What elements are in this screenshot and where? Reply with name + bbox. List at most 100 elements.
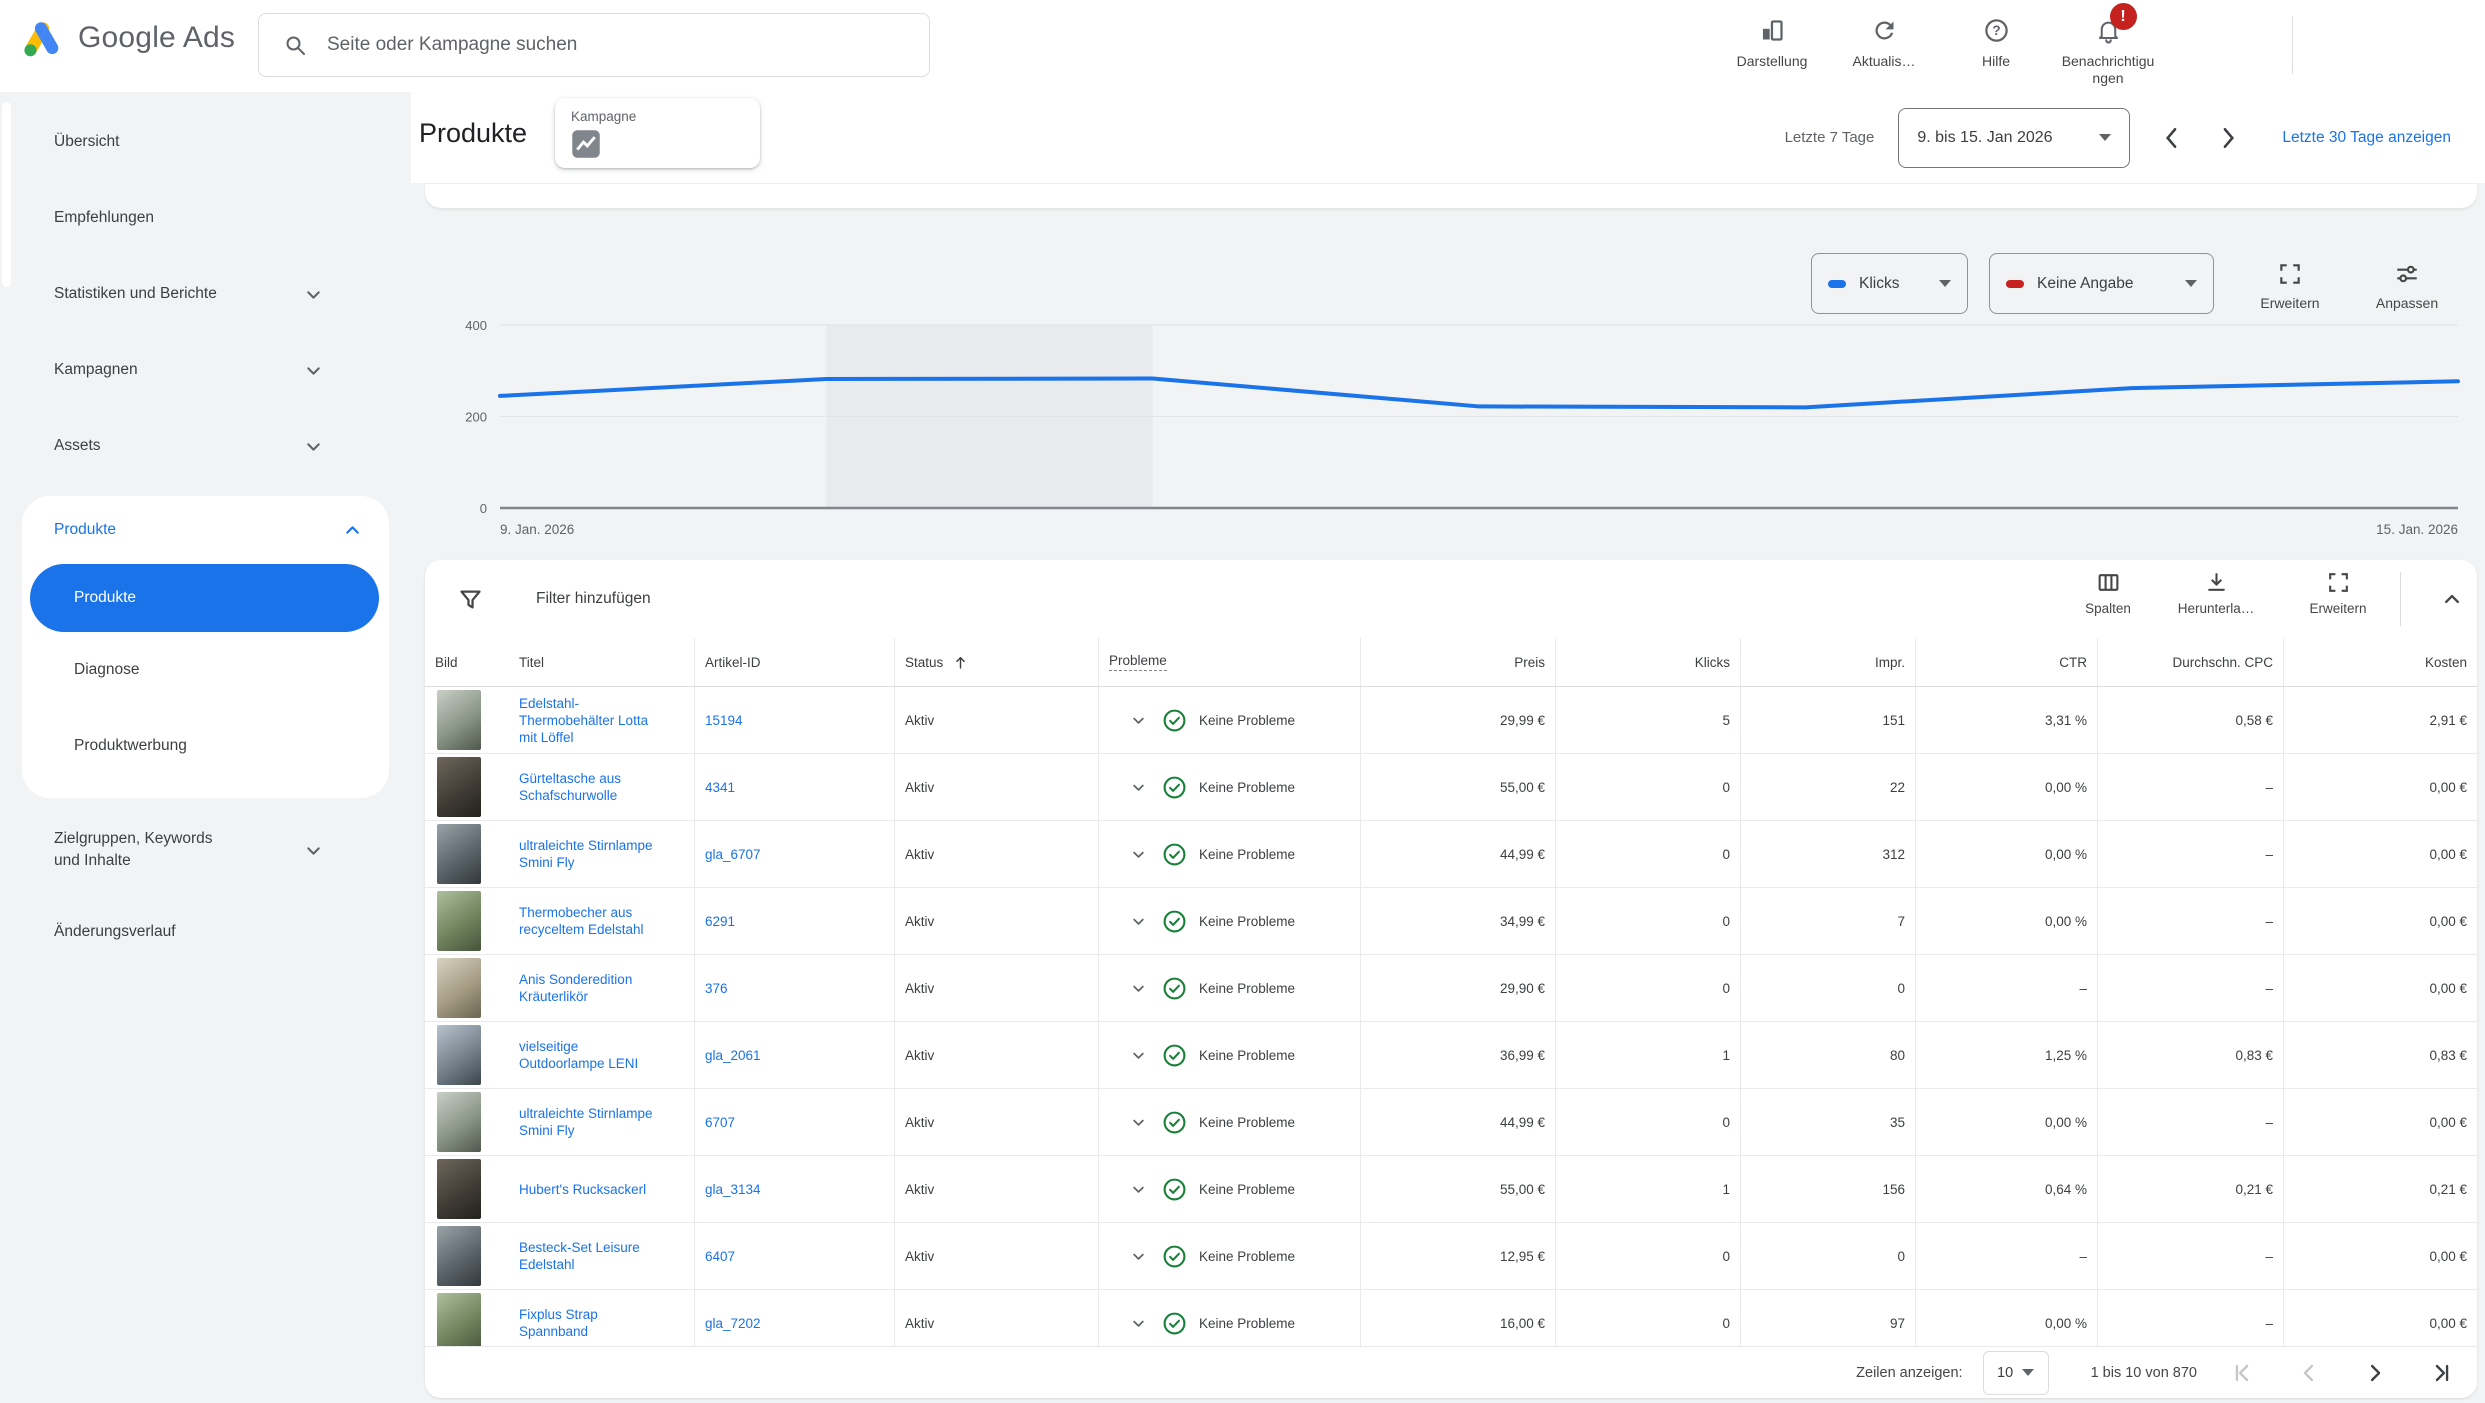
chevron-down-icon[interactable] [1127, 843, 1150, 866]
chevron-down-icon[interactable] [1127, 910, 1150, 933]
article-id-link[interactable]: gla_3134 [705, 1181, 761, 1198]
article-id-link[interactable]: 15194 [705, 712, 743, 729]
expand-icon [2326, 570, 2351, 595]
chevron-down-icon[interactable] [1127, 1312, 1150, 1335]
chevron-down-icon[interactable] [1127, 977, 1150, 1000]
impressions-value: 151 [1740, 687, 1915, 753]
date-range-selector[interactable]: 9. bis 15. Jan 2026 [1898, 108, 2130, 168]
article-id-link[interactable]: 376 [705, 980, 728, 997]
sidebar-group-header-produkte[interactable]: Produkte [22, 496, 389, 558]
last-page-button[interactable] [2421, 1353, 2461, 1393]
performance-chart-section: Klicks Keine Angabe Erweitern [411, 207, 2485, 560]
sidebar-item-statistiken-und-berichte[interactable]: Statistiken und Berichte [0, 256, 411, 332]
article-id-link[interactable]: 6407 [705, 1248, 735, 1265]
price-value: 44,99 € [1360, 821, 1555, 887]
expand-table-button[interactable]: Erweitern [2283, 570, 2393, 616]
topbar-action-darstellung[interactable]: Darstellung [1716, 12, 1828, 87]
cost-value: 0,83 € [2283, 1022, 2477, 1088]
article-id-link[interactable]: 6291 [705, 913, 735, 930]
cpc-value: – [2265, 847, 2273, 862]
product-title-link[interactable]: Edelstahl-Thermobehälter Lotta mit Löffe… [519, 695, 664, 746]
table-row: ultraleichte Stirnlampe Smini Fly gla_670… [425, 821, 2477, 888]
clicks-line-chart: 02004009. Jan. 202615. Jan. 2026 [411, 207, 2485, 560]
clicks-value: 0 [1555, 821, 1740, 887]
article-id-cell: 6291 [694, 888, 894, 954]
topbar-action-benachrichtigungen[interactable]: !Benachrichtigungen [2052, 12, 2164, 87]
impressions-value: 97 [1890, 1316, 1905, 1331]
collapse-table-button[interactable] [2425, 574, 2479, 624]
product-title-link[interactable]: Anis Sonderedition Kräuterlikör [519, 971, 664, 1005]
article-id-link[interactable]: gla_2061 [705, 1047, 761, 1064]
column-header-durchschn-cpc[interactable]: Durchschn. CPC [2097, 638, 2283, 686]
next-page-button[interactable] [2355, 1353, 2395, 1393]
status-cell: Aktiv [894, 687, 1098, 753]
column-header-status[interactable]: Status [894, 638, 1098, 686]
brand-name: Google Ads [78, 21, 235, 55]
title-cell: Besteck-Set Leisure Edelstahl [509, 1223, 694, 1289]
column-header-kosten[interactable]: Kosten [2283, 638, 2477, 686]
download-button[interactable]: Herunterla… [2161, 570, 2271, 616]
product-title-link[interactable]: vielseitige Outdoorlampe LENI [519, 1038, 664, 1072]
show-30-days-link[interactable]: Letzte 30 Tage anzeigen [2282, 129, 2451, 147]
article-id-link[interactable]: 4341 [705, 779, 735, 796]
google-ads-logo[interactable]: Google Ads [20, 16, 235, 60]
column-header-label: Titel [519, 655, 544, 670]
filter-funnel-icon[interactable] [457, 586, 484, 613]
columns-button[interactable]: Spalten [2053, 570, 2163, 616]
column-header-ctr[interactable]: CTR [1915, 638, 2097, 686]
product-title-link[interactable]: ultraleichte Stirnlampe Smini Fly [519, 1105, 664, 1139]
campaign-filter-chip[interactable]: Kampagne [555, 98, 760, 168]
add-filter-button[interactable]: Filter hinzufügen [536, 590, 651, 608]
cpc-value: – [2265, 1249, 2273, 1264]
chevron-down-icon[interactable] [1127, 709, 1150, 732]
rows-per-page-selector[interactable]: 10 [1983, 1351, 2049, 1395]
column-header-artikel-id[interactable]: Artikel-ID [694, 638, 894, 686]
price-value: 36,99 € [1360, 1022, 1555, 1088]
table-row: Anis Sonderedition Kräuterlikör376AktivK… [425, 955, 2477, 1022]
previous-period-button[interactable] [2144, 110, 2200, 166]
column-header-titel[interactable]: Titel [509, 638, 694, 686]
status-value: Aktiv [905, 780, 934, 795]
ctr-value: 0,00 % [1915, 754, 2097, 820]
article-id-link[interactable]: gla_6707 [705, 846, 761, 863]
column-header-preis[interactable]: Preis [1360, 638, 1555, 686]
sidebar-item-anderungsverlauf[interactable]: Änderungsverlauf [0, 894, 411, 970]
sidebar-item-zielgruppen-keywords-und-inhalte[interactable]: Zielgruppen, Keywords und Inhalte [0, 806, 411, 894]
column-header-bild[interactable]: Bild [425, 638, 509, 686]
table-row: ultraleichte Stirnlampe Smini Fly6707Akt… [425, 1089, 2477, 1156]
chevron-down-icon[interactable] [1127, 1245, 1150, 1268]
chevron-down-icon[interactable] [1127, 1044, 1150, 1067]
chevron-down-icon[interactable] [1127, 776, 1150, 799]
topbar-action-aktualisieren[interactable]: Aktualis… [1828, 12, 1940, 87]
column-header-impr[interactable]: Impr. [1740, 638, 1915, 686]
next-period-button[interactable] [2200, 110, 2256, 166]
topbar-action-hilfe[interactable]: ?Hilfe [1940, 12, 2052, 87]
chevron-down-icon[interactable] [1127, 1111, 1150, 1134]
sidebar-item-produktwerbung[interactable]: Produktwerbung [22, 708, 389, 784]
chevron-down-icon[interactable] [1127, 1178, 1150, 1201]
sidebar-item-assets[interactable]: Assets [0, 408, 411, 484]
article-id-link[interactable]: gla_7202 [705, 1315, 761, 1332]
product-title-link[interactable]: Besteck-Set Leisure Edelstahl [519, 1239, 664, 1273]
chevron-down-icon [301, 434, 326, 459]
product-title-link[interactable]: Gürteltasche aus Schafschurwolle [519, 770, 664, 804]
sidebar-item-ubersicht[interactable]: Übersicht [0, 104, 411, 180]
sidebar-item-diagnose[interactable]: Diagnose [22, 632, 389, 708]
search-input[interactable] [325, 33, 929, 57]
column-header-probleme[interactable]: Probleme [1098, 638, 1360, 686]
sidebar-item-kampagnen[interactable]: Kampagnen [0, 332, 411, 408]
product-title-link[interactable]: ultraleichte Stirnlampe Smini Fly [519, 837, 664, 871]
sidebar-item-empfehlungen[interactable]: Empfehlungen [0, 180, 411, 256]
product-title-link[interactable]: Hubert's Rucksackerl [519, 1181, 646, 1198]
impressions-value: 156 [1882, 1182, 1905, 1197]
clicks-value: 1 [1722, 1048, 1730, 1063]
column-header-klicks[interactable]: Klicks [1555, 638, 1740, 686]
article-id-link[interactable]: 6707 [705, 1114, 735, 1131]
clicks-value: 0 [1722, 780, 1730, 795]
product-title-link[interactable]: Thermobecher aus recyceltem Edelstahl [519, 904, 664, 938]
clicks-value: 0 [1555, 1089, 1740, 1155]
sidebar-item-produkte-selected[interactable]: Produkte [30, 564, 379, 632]
search-box[interactable] [258, 13, 930, 77]
no-problems-check-icon [1162, 1311, 1187, 1336]
product-title-link[interactable]: Fixplus Strap Spannband [519, 1306, 664, 1340]
